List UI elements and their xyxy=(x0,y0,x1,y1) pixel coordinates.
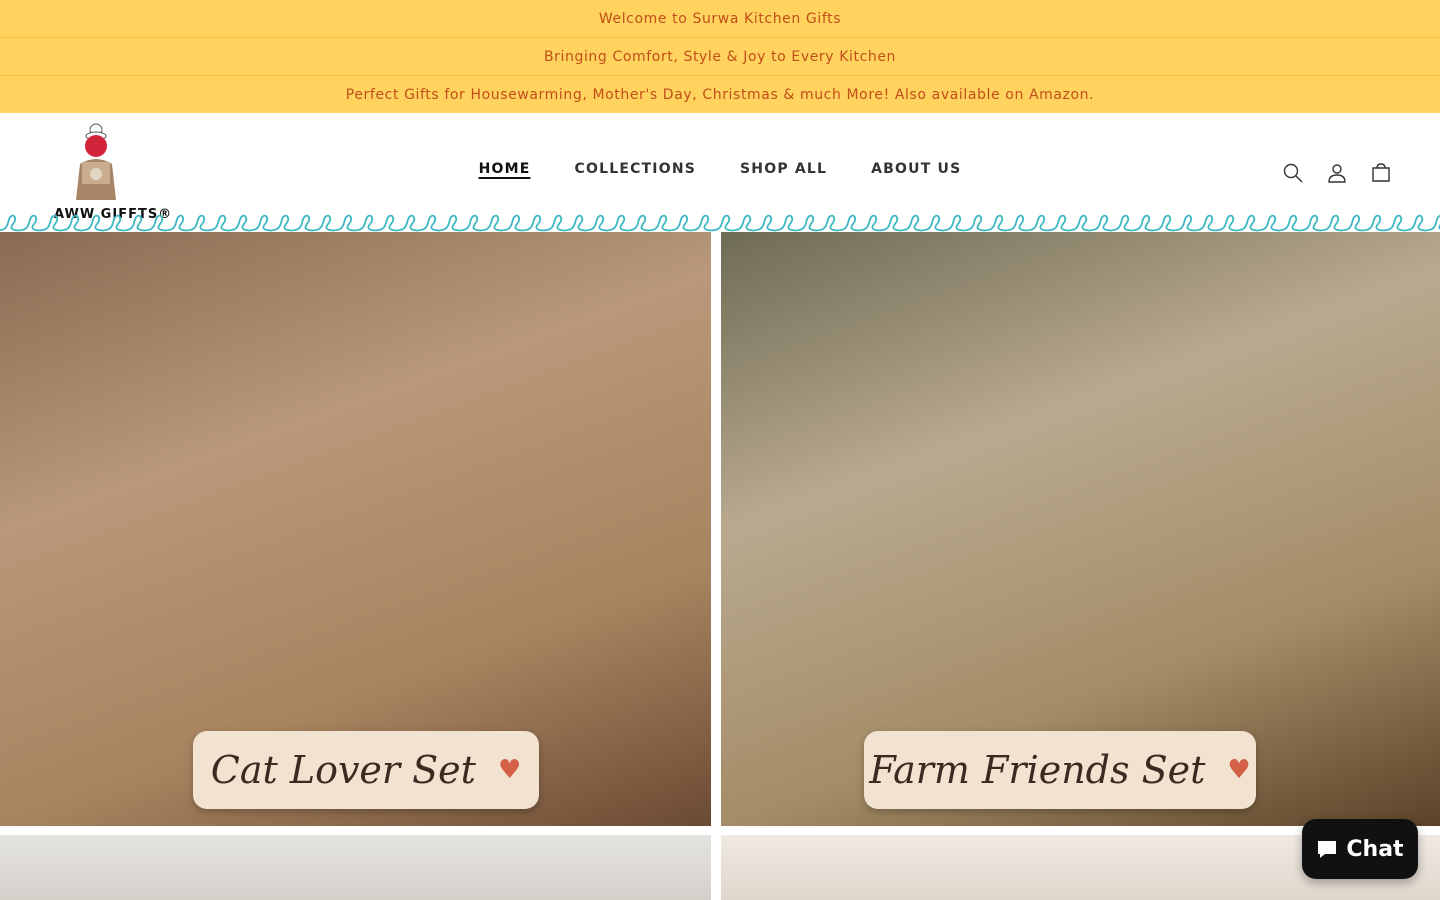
site-header: AWW GIFFTS® HOME COLLECTIONS SHOP ALL AB… xyxy=(0,113,1440,232)
collection-tile-3[interactable] xyxy=(0,835,711,900)
chat-icon xyxy=(1318,841,1337,858)
heart-icon: ♥ xyxy=(1227,755,1251,785)
collection-grid: Cat Lover Set ♥ Farm Friends Set ♥ xyxy=(0,232,1440,900)
announcement-text: Perfect Gifts for Housewarming, Mother's… xyxy=(345,86,1095,103)
nav-about-us[interactable]: ABOUT US xyxy=(871,161,961,179)
chat-button[interactable]: Chat xyxy=(1302,819,1418,879)
announcement-text: Bringing Comfort, Style & Joy to Every K… xyxy=(543,48,897,65)
tile-label: Cat Lover Set ♥ xyxy=(193,731,539,809)
chat-label: Chat xyxy=(1346,836,1404,862)
collection-tile-cat-lover[interactable]: Cat Lover Set ♥ xyxy=(0,232,711,826)
cart-icon[interactable] xyxy=(1370,161,1392,185)
nav-home[interactable]: HOME xyxy=(479,161,531,179)
header-icons xyxy=(1282,161,1392,185)
tile-label-text: Cat Lover Set xyxy=(210,748,476,792)
main-nav: HOME COLLECTIONS SHOP ALL ABOUT US xyxy=(0,161,1440,179)
nav-shop-all[interactable]: SHOP ALL xyxy=(740,161,827,179)
announcement-bar-1: Welcome to Surwa Kitchen Gifts xyxy=(0,0,1440,38)
tile-label: Farm Friends Set ♥ xyxy=(864,731,1256,809)
collection-tile-farm-friends[interactable]: Farm Friends Set ♥ xyxy=(721,232,1440,826)
heart-icon: ♥ xyxy=(497,755,522,785)
account-icon[interactable] xyxy=(1326,161,1348,185)
announcement-bar-2: Bringing Comfort, Style & Joy to Every K… xyxy=(0,38,1440,76)
nav-collections[interactable]: COLLECTIONS xyxy=(575,161,697,179)
search-icon[interactable] xyxy=(1282,161,1304,185)
tile-label-text: Farm Friends Set xyxy=(869,748,1206,792)
announcement-text: Welcome to Surwa Kitchen Gifts xyxy=(598,10,842,27)
scallop-divider xyxy=(0,210,1440,232)
announcement-bar-3: Perfect Gifts for Housewarming, Mother's… xyxy=(0,76,1440,113)
